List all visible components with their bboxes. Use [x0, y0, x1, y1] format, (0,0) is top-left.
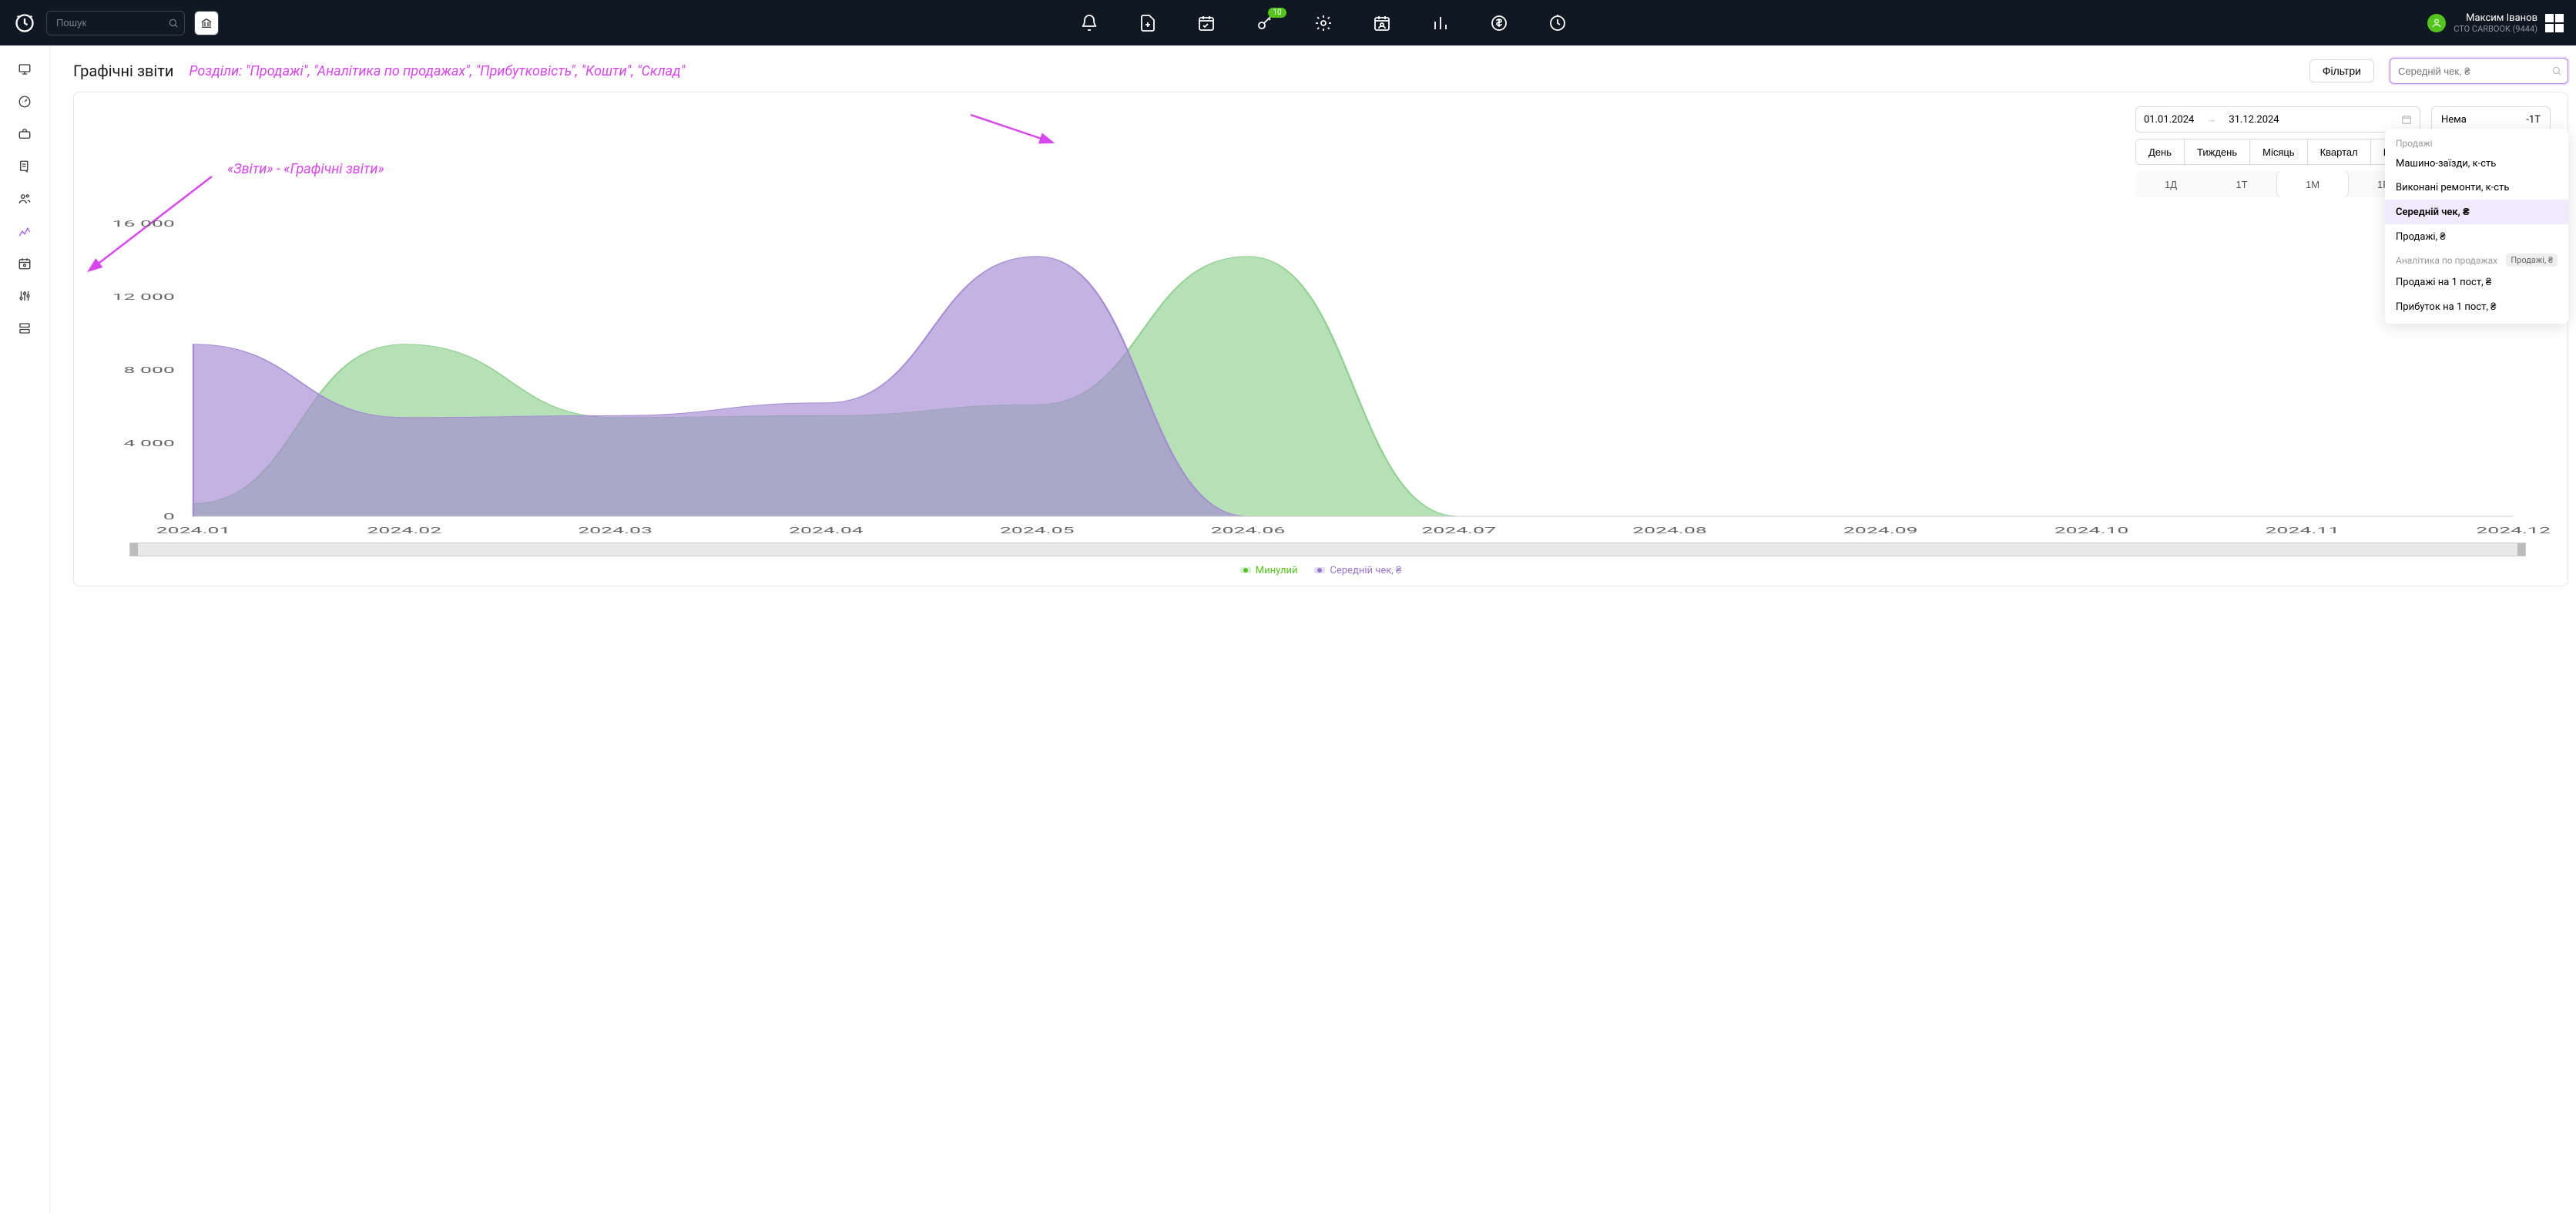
page-title: Графічні звіти [73, 62, 173, 80]
nema-value: -1Т [2526, 114, 2541, 126]
user-name: Максим Іванов [2454, 12, 2537, 24]
filters-button[interactable]: Фільтри [2309, 59, 2374, 82]
compare-1d[interactable]: 1Д [2135, 171, 2206, 197]
period-month[interactable]: Місяць [2250, 139, 2307, 164]
svg-text:16 000: 16 000 [112, 219, 175, 229]
dropdown-opt[interactable]: Машино-заїзди, к-сть [2385, 152, 2568, 176]
sidebar-item-briefcase[interactable] [9, 119, 40, 149]
topbar: 10 Максим Іванов СТО CARBOOK (9444) [0, 0, 2576, 45]
dropdown-opt[interactable]: Продажі, ₴ [2385, 224, 2568, 249]
search-wrap [46, 11, 185, 35]
chart-legend: Минулий Середній чек, ₴ [91, 564, 2551, 576]
svg-text:2024.02: 2024.02 [367, 526, 441, 536]
svg-text:2024.03: 2024.03 [578, 526, 652, 536]
date-range[interactable]: 01.01.2024 → 31.12.2024 [2135, 106, 2420, 133]
page-header: Графічні звіти Розділи: "Продажі", "Анал… [73, 58, 2568, 84]
period-week[interactable]: Тиждень [2185, 139, 2250, 164]
calendar-check-icon[interactable] [1196, 12, 1217, 34]
badge-count: 10 [1268, 8, 1286, 18]
bank-button[interactable] [194, 11, 219, 35]
sidebar-item-monitor[interactable] [9, 55, 40, 84]
svg-text:8 000: 8 000 [123, 365, 174, 375]
period-quarter[interactable]: Квартал [2308, 139, 2371, 164]
svg-text:4 000: 4 000 [123, 438, 174, 449]
calendar-user-icon[interactable] [1371, 12, 1393, 34]
svg-text:2024.10: 2024.10 [2054, 526, 2129, 536]
new-doc-icon[interactable] [1137, 12, 1159, 34]
chart-scrollbar[interactable] [129, 543, 2526, 556]
compare-group: 1Д 1Т 1М 1Р [2135, 171, 2420, 197]
sidebar-item-reports[interactable] [9, 217, 40, 246]
date-to: 31.12.2024 [2229, 114, 2279, 126]
topbar-right: Максим Іванов СТО CARBOOK (9444) [2427, 12, 2564, 34]
gear-icon[interactable] [1313, 12, 1334, 34]
svg-text:2024.08: 2024.08 [1632, 526, 1707, 536]
clock-alert-icon[interactable] [1547, 12, 1568, 34]
dropdown-opt-selected[interactable]: Середній чек, ₴ [2385, 200, 2568, 224]
sidebar-item-schedule[interactable] [9, 249, 40, 278]
search-input[interactable] [46, 11, 185, 35]
metric-dropdown: Продажі Машино-заїзди, к-сть Виконані ре… [2385, 129, 2568, 324]
period-day[interactable]: День [2136, 139, 2185, 164]
dropdown-opt[interactable]: Прибуток на 1 пост, ₴ [2385, 294, 2568, 319]
dropdown-group-1: Продажі [2385, 133, 2568, 152]
avatar[interactable] [2427, 14, 2446, 32]
key-icon[interactable]: 10 [1254, 12, 1276, 34]
legend-prev[interactable]: Минулий [1240, 564, 1298, 576]
metric-select[interactable] [2390, 58, 2568, 84]
main: Графічні звіти Розділи: "Продажі", "Анал… [50, 45, 2576, 1213]
user-info[interactable]: Максим Іванов СТО CARBOOK (9444) [2454, 12, 2537, 34]
annotation-sections: Розділи: "Продажі", "Аналітика по продаж… [189, 63, 2293, 79]
sidebar [0, 45, 50, 1213]
period-group: День Тиждень Місяць Квартал Рік [2135, 139, 2420, 165]
svg-text:2024.12: 2024.12 [2476, 526, 2551, 536]
dropdown-opt[interactable]: Продажі на 1 пост, ₴ [2385, 270, 2568, 294]
svg-text:2024.05: 2024.05 [1000, 526, 1075, 536]
dollar-icon[interactable] [1488, 12, 1510, 34]
card-controls: 01.01.2024 → 31.12.2024 День Тиждень Міс… [91, 106, 2551, 197]
chart-card: 01.01.2024 → 31.12.2024 День Тиждень Міс… [73, 92, 2568, 586]
apps-icon[interactable] [2545, 14, 2564, 32]
svg-text:0: 0 [163, 512, 175, 522]
topbar-center: 10 [228, 12, 2418, 34]
svg-text:2024.07: 2024.07 [1421, 526, 1496, 536]
svg-text:2024.06: 2024.06 [1211, 526, 1286, 536]
bars-icon[interactable] [1430, 12, 1451, 34]
dropdown-tag: Продажі, ₴ [2506, 254, 2558, 267]
dropdown-opt[interactable]: Виконані ремонти, к-сть [2385, 176, 2568, 200]
sidebar-item-doc[interactable] [9, 152, 40, 181]
svg-text:2024.11: 2024.11 [2266, 526, 2340, 536]
nema-label: Нема [2441, 114, 2467, 126]
compare-1m[interactable]: 1М [2277, 171, 2348, 197]
sidebar-item-dashboard[interactable] [9, 87, 40, 116]
legend-current[interactable]: Середній чек, ₴ [1314, 564, 1401, 576]
svg-text:2024.04: 2024.04 [789, 526, 864, 536]
bell-icon[interactable] [1078, 12, 1100, 34]
svg-text:2024.01: 2024.01 [156, 526, 231, 536]
date-from: 01.01.2024 [2144, 114, 2194, 126]
compare-1w[interactable]: 1Т [2206, 171, 2277, 197]
arrow-right-icon: → [2206, 113, 2216, 126]
calendar-icon [2401, 114, 2412, 125]
sidebar-item-server[interactable] [9, 314, 40, 343]
svg-text:12 000: 12 000 [112, 292, 175, 302]
metric-input[interactable] [2390, 58, 2568, 84]
svg-text:2024.09: 2024.09 [1843, 526, 1918, 536]
search-icon [168, 18, 179, 29]
logo[interactable] [12, 11, 37, 35]
sidebar-item-sliders[interactable] [9, 281, 40, 311]
annotation-breadcrumb: «Звіти» - «Графічні звіти» [227, 161, 384, 177]
dropdown-group-2: Аналітика по продажах Продажі, ₴ [2385, 249, 2568, 270]
chart: 0 4 000 8 000 12 000 16 000 2024.01 2024.02 202… [91, 216, 2551, 576]
sidebar-item-users[interactable] [9, 184, 40, 213]
user-sub: СТО CARBOOK (9444) [2454, 24, 2537, 34]
search-icon [2551, 66, 2562, 76]
